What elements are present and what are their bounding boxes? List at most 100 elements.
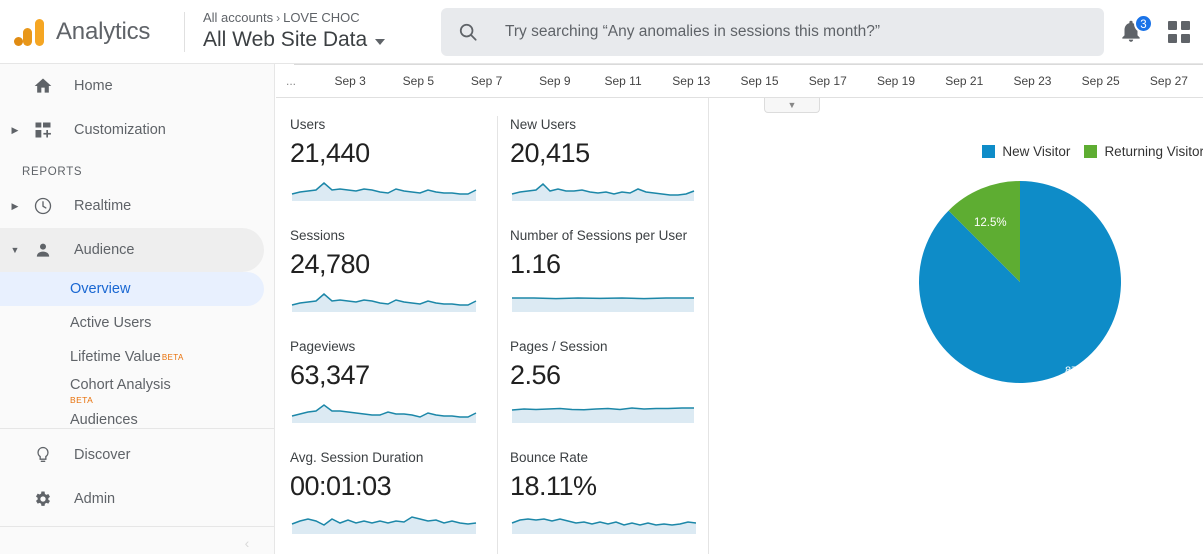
- date-tick: Sep 7: [470, 73, 503, 88]
- metric-card-sessions-per-user[interactable]: Number of Sessions per User 1.16: [497, 227, 704, 338]
- date-tick: Sep 17: [808, 73, 847, 88]
- grid-apps-icon[interactable]: [1168, 20, 1190, 43]
- search-placeholder: Try searching “Any anomalies in sessions…: [505, 22, 881, 40]
- account-selector[interactable]: All accounts › LOVE CHOC All Web Site Data: [203, 10, 413, 54]
- metric-value: 20,415: [510, 138, 590, 168]
- pie-label-returning-visitor: 12.5%: [974, 217, 1007, 229]
- sparkline-new-users: [511, 182, 695, 201]
- chevron-down-icon[interactable]: ▼: [4, 245, 26, 255]
- sidebar-item-audiences-clipped[interactable]: Audiences: [0, 412, 274, 428]
- sidebar-item-customization[interactable]: ▶ Customization: [0, 108, 274, 152]
- sidebar-footer-divider: [0, 526, 274, 527]
- property-title[interactable]: All Web Site Data: [203, 26, 413, 54]
- sidebar-item-discover[interactable]: Discover: [0, 433, 274, 477]
- legend-label-new-visitor: New Visitor: [1002, 144, 1071, 159]
- metric-value: 18.11%: [510, 471, 597, 501]
- chart-collapse-toggle[interactable]: ▼: [764, 98, 820, 113]
- sidebar-item-lifetime-value[interactable]: Lifetime Value BETA: [0, 340, 274, 374]
- metric-card-pages-per-session[interactable]: Pages / Session 2.56: [497, 338, 704, 449]
- sidebar-item-cohort-analysis[interactable]: Cohort Analysis BETA: [0, 374, 274, 412]
- pie-chart[interactable]: 87.5% 12.5%: [917, 179, 1123, 385]
- notification-badge: 3: [1134, 13, 1153, 33]
- legend-label-returning-visitor: Returning Visitor: [1104, 144, 1203, 159]
- sidebar-item-audiences-label: Audiences: [70, 412, 138, 428]
- person-icon: [26, 240, 60, 260]
- date-tick: Sep 15: [740, 73, 779, 88]
- sidebar-item-home[interactable]: Home: [0, 64, 274, 108]
- metric-title: Bounce Rate: [510, 450, 589, 465]
- sparkline-sessions: [291, 293, 477, 312]
- breadcrumb-root[interactable]: All accounts: [203, 10, 273, 25]
- metric-card-avg-session-duration[interactable]: Avg. Session Duration 00:01:03: [290, 449, 497, 554]
- search-icon: [459, 23, 477, 41]
- metric-value: 24,780: [290, 249, 370, 279]
- new-vs-returning-chart: New Visitor Returning Visitor 87.5% 12.5…: [708, 98, 1203, 554]
- date-tick: Sep 11: [604, 73, 642, 88]
- chevron-right-icon[interactable]: ▶: [4, 201, 26, 211]
- chevron-down-icon: [375, 38, 386, 45]
- metric-card-bounce-rate[interactable]: Bounce Rate 18.11%: [497, 449, 704, 554]
- legend-swatch-returning-visitor: [1084, 145, 1098, 158]
- metric-value: 63,347: [290, 360, 370, 390]
- metric-value: 00:01:03: [290, 471, 392, 501]
- sidebar-item-overview[interactable]: Overview: [0, 272, 264, 306]
- beta-badge: BETA: [70, 395, 94, 405]
- sparkline-bounce-rate: [511, 518, 696, 534]
- clock-icon: [26, 196, 60, 216]
- sidebar-item-customization-label: Customization: [74, 122, 166, 138]
- sparkline-users: [291, 182, 477, 201]
- brand-name: Analytics: [56, 17, 151, 45]
- overview-body: Users 21,440 New Users 20,415 Sessions 2…: [276, 98, 1203, 554]
- legend-item-new-visitor[interactable]: New Visitor: [982, 144, 1070, 159]
- sidebar-divider: [0, 428, 274, 429]
- chevron-right-icon[interactable]: ▶: [4, 125, 26, 135]
- metric-title: Avg. Session Duration: [290, 450, 424, 465]
- breadcrumb-separator: ›: [276, 10, 281, 25]
- gear-icon: [26, 489, 60, 509]
- legend-swatch-new-visitor: [982, 145, 996, 158]
- metric-value: 2.56: [510, 360, 561, 390]
- metric-value: 21,440: [290, 138, 370, 168]
- header-divider: [184, 11, 185, 52]
- sidebar-item-overview-label: Overview: [70, 281, 131, 297]
- date-tick: Sep 3: [334, 73, 366, 88]
- search-input[interactable]: Try searching “Any anomalies in sessions…: [441, 7, 1104, 56]
- sparkline-avg-session-duration: [291, 516, 477, 534]
- beta-badge: BETA: [161, 352, 184, 362]
- sidebar-item-realtime[interactable]: ▶ Realtime: [0, 184, 274, 228]
- date-tick: Sep 25: [1081, 73, 1120, 88]
- chart-legend: New Visitor Returning Visitor: [982, 144, 1203, 159]
- sidebar-item-admin-label: Admin: [74, 491, 116, 507]
- sidebar-section-reports: REPORTS: [22, 166, 83, 178]
- notifications-button[interactable]: 3: [1118, 13, 1153, 46]
- sidebar-item-home-label: Home: [74, 78, 113, 94]
- sidebar: Home ▶ Customization REPORTS ▶ Realtime …: [0, 64, 275, 554]
- date-axis: ... Sep 3 Sep 5 Sep 7 Sep 9 Sep 11 Sep 1…: [276, 64, 1203, 98]
- metric-title: Users: [290, 117, 326, 132]
- metric-card-users[interactable]: Users 21,440: [290, 116, 497, 227]
- collapse-arrow-icon[interactable]: ‹: [238, 534, 256, 552]
- sidebar-item-admin[interactable]: Admin: [0, 477, 274, 521]
- home-icon: [26, 76, 60, 96]
- metric-card-pageviews[interactable]: Pageviews 63,347: [290, 338, 497, 449]
- search-area: Try searching “Any anomalies in sessions…: [413, 7, 1118, 56]
- metric-title: Pageviews: [290, 339, 356, 354]
- breadcrumb-account[interactable]: LOVE CHOC: [283, 10, 360, 25]
- metric-card-new-users[interactable]: New Users 20,415: [497, 116, 704, 227]
- metric-grid: Users 21,440 New Users 20,415 Sessions 2…: [276, 98, 708, 554]
- sparkline-sessions-per-user: [512, 297, 694, 312]
- pie-chart-svg: 87.5% 12.5%: [918, 181, 1121, 383]
- metric-title: Number of Sessions per User: [510, 228, 688, 243]
- metric-title: Pages / Session: [510, 339, 608, 354]
- sidebar-item-active-users[interactable]: Active Users: [0, 306, 274, 340]
- top-bar: Analytics All accounts › LOVE CHOC All Web…: [0, 0, 1203, 64]
- legend-item-returning-visitor[interactable]: Returning Visitor: [1084, 144, 1203, 159]
- sidebar-item-active-users-label: Active Users: [70, 315, 152, 331]
- metric-title: New Users: [510, 117, 577, 132]
- sidebar-item-audience[interactable]: ▼ Audience: [0, 228, 264, 272]
- metric-card-sessions[interactable]: Sessions 24,780: [290, 227, 497, 338]
- customization-icon: [26, 120, 60, 140]
- sidebar-item-lifetime-value-label: Lifetime Value: [70, 349, 161, 365]
- brand-block[interactable]: Analytics: [0, 13, 180, 51]
- pie-label-new-visitor: 87.5%: [1065, 365, 1096, 377]
